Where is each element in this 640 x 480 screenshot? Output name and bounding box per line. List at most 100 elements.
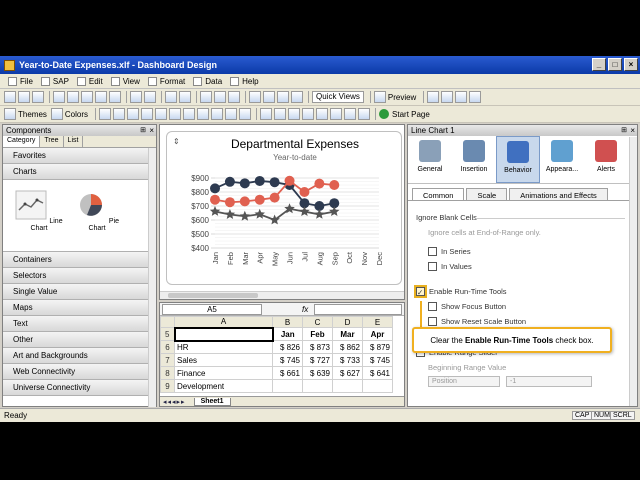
- column-header[interactable]: E: [362, 316, 393, 328]
- design-canvas[interactable]: Departmental Expenses Year-to-date ⇕ $900 $8…: [159, 124, 405, 300]
- sheet-cell[interactable]: Feb: [302, 327, 333, 341]
- sheet-cell[interactable]: $ 639: [302, 366, 333, 380]
- formula-input[interactable]: [314, 303, 402, 315]
- category-containers[interactable]: Containers: [3, 252, 156, 268]
- sheet-cell[interactable]: $ 826: [272, 340, 303, 354]
- close-icon[interactable]: ×: [630, 125, 635, 136]
- layer-8-icon[interactable]: [358, 108, 371, 120]
- prop-behavior-button[interactable]: Behavior: [496, 136, 540, 183]
- layer-6-icon[interactable]: [330, 108, 343, 120]
- sheet-cell[interactable]: $ 627: [332, 366, 363, 380]
- canvas-scrollbar[interactable]: [160, 291, 404, 299]
- close-button[interactable]: ×: [624, 58, 638, 71]
- position-select[interactable]: Position: [428, 376, 500, 387]
- sheet-cell[interactable]: $ 873: [302, 340, 333, 354]
- sheet-cell[interactable]: $ 862: [332, 340, 363, 354]
- sheet-cell[interactable]: [332, 379, 363, 393]
- sheet-cell[interactable]: $ 879: [362, 340, 393, 354]
- embedded-spreadsheet[interactable]: A5 fx A B C D E 5 Jan Feb Mar Apr 6 HR $ 826 $ 873 $ 8…: [159, 302, 405, 407]
- sheet-cell[interactable]: Apr: [362, 327, 393, 341]
- export-ppt-icon[interactable]: [455, 91, 468, 103]
- paste-icon[interactable]: [95, 91, 107, 103]
- sheet-cell[interactable]: Finance: [174, 366, 273, 380]
- name-box[interactable]: A5: [162, 303, 262, 315]
- pin-icon[interactable]: ⊞: [140, 125, 146, 136]
- sheet-cell[interactable]: Development: [174, 379, 273, 393]
- distribute-icon[interactable]: [113, 108, 126, 120]
- print-icon[interactable]: [53, 91, 65, 103]
- sheet-cell[interactable]: [302, 379, 333, 393]
- align-right-icon[interactable]: [277, 91, 289, 103]
- menu-sap[interactable]: SAP: [37, 76, 73, 86]
- sheet-cell[interactable]: $ 661: [272, 366, 303, 380]
- align-icon[interactable]: [99, 108, 112, 120]
- layer-3-icon[interactable]: [288, 108, 301, 120]
- quick-views-dropdown[interactable]: Quick Views: [312, 91, 364, 103]
- category-art-and-backgrounds[interactable]: Art and Backgrounds: [3, 348, 156, 364]
- delete-icon[interactable]: [109, 91, 121, 103]
- category-universe-connectivity[interactable]: Universe Connectivity: [3, 380, 156, 396]
- sheet-cell[interactable]: $ 641: [362, 366, 393, 380]
- ungroup-icon[interactable]: [155, 108, 168, 120]
- sheet-cell[interactable]: Mar: [332, 327, 363, 341]
- show-reset-checkbox[interactable]: [428, 317, 437, 326]
- category-selectors[interactable]: Selectors: [3, 268, 156, 284]
- width-icon[interactable]: [239, 108, 252, 120]
- sheet-cell[interactable]: $ 745: [272, 353, 303, 367]
- add-icon[interactable]: [179, 91, 191, 103]
- sheet-cell[interactable]: $ 745: [362, 353, 393, 367]
- enable-runtime-tools-checkbox[interactable]: ✓: [414, 285, 427, 298]
- colors-icon[interactable]: [50, 108, 63, 120]
- prop-insertion-button[interactable]: Insertion: [452, 136, 496, 183]
- prop-appeara-button[interactable]: Appeara...: [540, 136, 584, 183]
- sheet-cell[interactable]: HR: [174, 340, 273, 354]
- tab-tree[interactable]: Tree: [40, 136, 64, 147]
- row-header[interactable]: 9: [160, 379, 175, 393]
- start-page-button[interactable]: Start Page: [392, 110, 430, 119]
- space-icon[interactable]: [211, 108, 224, 120]
- sheet-grid[interactable]: A B C D E 5 Jan Feb Mar Apr 6 HR $ 826 $ 873 $ 862 $ 87…: [160, 316, 393, 393]
- layer-4-icon[interactable]: [302, 108, 315, 120]
- themes-icon[interactable]: [4, 108, 16, 120]
- category-other[interactable]: Other: [3, 332, 156, 348]
- group-icon[interactable]: [141, 108, 154, 120]
- line-chart[interactable]: Departmental Expenses Year-to-date ⇕ $900 $8…: [166, 131, 402, 285]
- row-header[interactable]: 7: [160, 353, 175, 367]
- cut-icon[interactable]: [67, 91, 79, 103]
- category-favorites[interactable]: Favorites: [3, 148, 156, 164]
- sheet-cell[interactable]: Sales: [174, 353, 273, 367]
- center-icon[interactable]: [197, 108, 210, 120]
- open-icon[interactable]: [18, 91, 30, 103]
- category-charts[interactable]: Charts: [3, 164, 156, 180]
- in-values-checkbox[interactable]: [428, 262, 437, 271]
- sheet-cell[interactable]: $ 727: [302, 353, 333, 367]
- menu-format[interactable]: Format: [144, 76, 189, 86]
- layer-5-icon[interactable]: [316, 108, 329, 120]
- themes-button[interactable]: Themes: [18, 110, 47, 119]
- redo-icon[interactable]: [144, 91, 156, 103]
- minimize-button[interactable]: _: [592, 58, 606, 71]
- column-header[interactable]: C: [302, 316, 333, 328]
- subtab-animations[interactable]: Animations and Effects: [509, 188, 608, 200]
- show-focus-checkbox[interactable]: [428, 302, 437, 311]
- sheet-cell[interactable]: Jan: [272, 327, 303, 341]
- menu-file[interactable]: File: [4, 76, 37, 86]
- export-flash-icon[interactable]: [441, 91, 454, 103]
- category-single-value[interactable]: Single Value: [3, 284, 156, 300]
- column-header[interactable]: B: [272, 316, 303, 328]
- sheet-cell[interactable]: [362, 379, 393, 393]
- save-icon[interactable]: [32, 91, 44, 103]
- select-icon[interactable]: [165, 91, 177, 103]
- column-header[interactable]: A: [174, 316, 273, 328]
- sheet-cell[interactable]: [173, 326, 274, 342]
- prop-general-button[interactable]: General: [408, 136, 452, 183]
- layer-2-icon[interactable]: [274, 108, 287, 120]
- publish-icon[interactable]: [427, 91, 440, 103]
- start-page-icon[interactable]: [379, 109, 390, 119]
- menu-view[interactable]: View: [107, 76, 144, 86]
- row-header[interactable]: 5: [160, 327, 175, 341]
- layer-1-icon[interactable]: [260, 108, 273, 120]
- zoom-icon[interactable]: [291, 91, 303, 103]
- close-icon[interactable]: ×: [149, 125, 154, 136]
- sheet-cell[interactable]: $ 733: [332, 353, 363, 367]
